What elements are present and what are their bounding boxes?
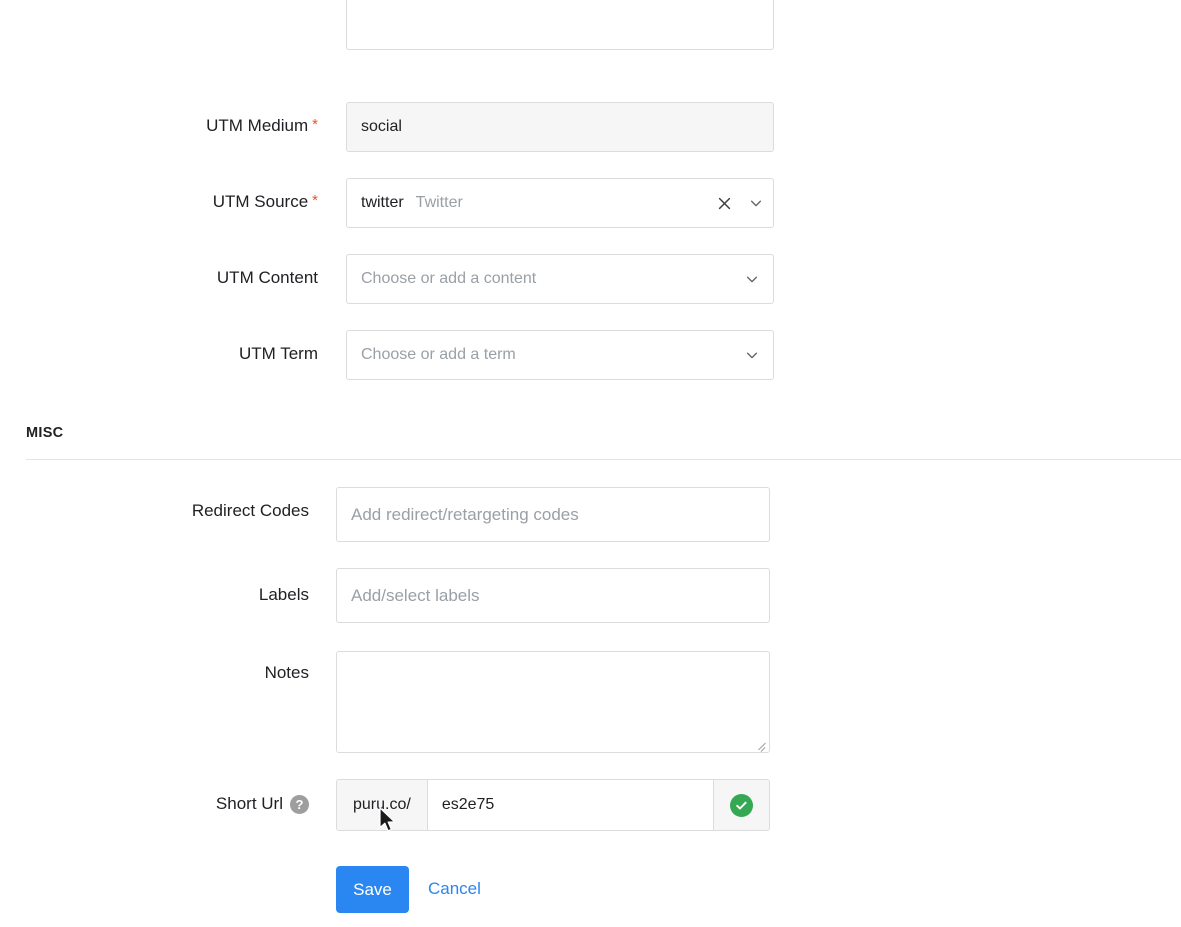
- help-icon[interactable]: ?: [290, 795, 309, 815]
- utm-source-select[interactable]: twitter Twitter: [346, 178, 774, 228]
- labels-input[interactable]: Add/select labels: [336, 568, 770, 623]
- short-url-input[interactable]: es2e75: [428, 780, 713, 830]
- check-circle-icon: [730, 793, 753, 817]
- campaign-description-textarea[interactable]: Briefly describe what this campaign is a…: [346, 0, 774, 50]
- utm-content-label-text: UTM Content: [216, 268, 318, 287]
- utm-medium-required-marker: *: [312, 116, 318, 133]
- utm-medium-input[interactable]: social: [346, 102, 774, 152]
- utm-content-select[interactable]: Choose or add a content: [346, 254, 774, 304]
- chevron-down-icon[interactable]: [749, 196, 763, 210]
- utm-term-placeholder: Choose or add a term: [361, 346, 516, 363]
- labels-placeholder: Add/select labels: [351, 586, 480, 605]
- utm-content-label: UTM Content: [0, 269, 318, 286]
- utm-medium-label-text: UTM Medium: [206, 116, 309, 135]
- utm-source-label: UTM Source *: [0, 193, 318, 210]
- redirect-codes-label: Redirect Codes: [0, 502, 309, 519]
- notes-textarea[interactable]: [336, 651, 770, 753]
- utm-term-label-text: UTM Term: [238, 344, 318, 363]
- textarea-resize-handle[interactable]: [755, 738, 767, 750]
- utm-source-value: twitter: [361, 194, 404, 211]
- notes-label-text: Notes: [264, 663, 309, 682]
- cancel-button[interactable]: Cancel: [422, 878, 487, 900]
- short-url-input-group: puru.co/ es2e75: [336, 779, 770, 831]
- utm-medium-value: social: [361, 118, 402, 135]
- short-url-label-text: Short Url: [215, 794, 283, 813]
- redirect-codes-label-text: Redirect Codes: [191, 501, 309, 520]
- utm-medium-label: UTM Medium *: [0, 117, 318, 134]
- labels-label: Labels: [0, 586, 309, 603]
- misc-section-title: MISC: [26, 425, 64, 441]
- labels-label-text: Labels: [258, 585, 309, 604]
- redirect-codes-placeholder: Add redirect/retargeting codes: [351, 505, 579, 524]
- chevron-down-icon[interactable]: [745, 348, 759, 362]
- campaign-form-page: Briefly describe what this campaign is a…: [0, 0, 1181, 927]
- short-url-status: [713, 780, 769, 830]
- short-url-prefix: puru.co/: [337, 780, 428, 830]
- short-url-label: Short Url?: [0, 794, 309, 815]
- misc-section-divider: [26, 459, 1181, 460]
- utm-source-required-marker: *: [312, 192, 318, 209]
- utm-content-placeholder: Choose or add a content: [361, 270, 537, 287]
- redirect-codes-input[interactable]: Add redirect/retargeting codes: [336, 487, 770, 542]
- utm-source-secondary-value: Twitter: [415, 194, 463, 211]
- chevron-down-icon[interactable]: [745, 272, 759, 286]
- utm-term-label: UTM Term: [0, 345, 318, 362]
- save-button[interactable]: Save: [336, 866, 409, 913]
- notes-label: Notes: [0, 664, 309, 681]
- utm-term-select[interactable]: Choose or add a term: [346, 330, 774, 380]
- utm-source-label-text: UTM Source: [212, 192, 309, 211]
- close-icon[interactable]: [718, 197, 731, 210]
